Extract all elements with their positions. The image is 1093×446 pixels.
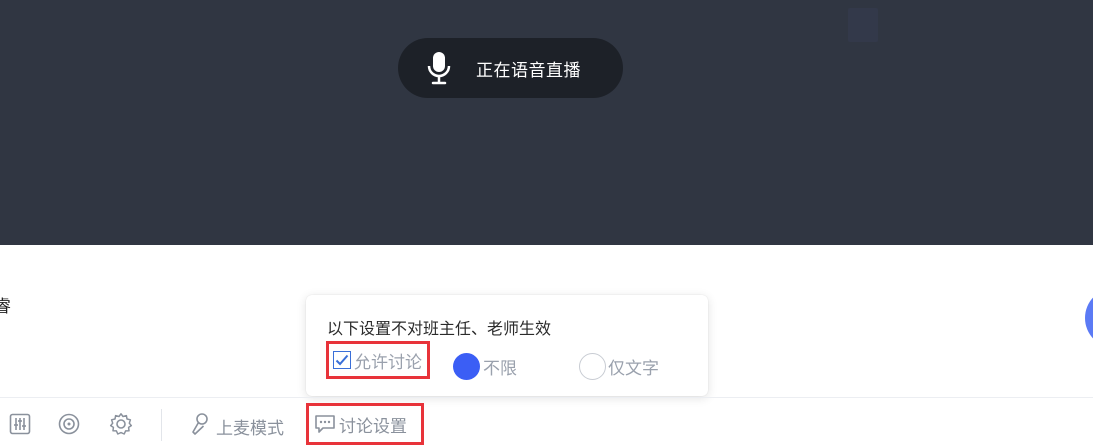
checkbox-checked-icon — [333, 351, 351, 369]
discussion-settings-popover: 以下设置不对班主任、老师生效 允许讨论 不限 仅文字 — [306, 295, 708, 396]
toolbar-separator — [161, 409, 162, 441]
radio-unlimited[interactable] — [453, 353, 480, 380]
popover-title: 以下设置不对班主任、老师生效 — [327, 319, 552, 338]
live-status-text: 正在语音直播 — [476, 60, 581, 81]
discussion-settings-label: 讨论设置 — [339, 416, 407, 437]
toolbar-divider-line — [0, 397, 1093, 398]
side-text-fragment: 睿 — [0, 297, 11, 317]
disc-icon[interactable] — [57, 412, 81, 436]
discussion-settings-button[interactable]: 讨论设置 — [306, 403, 424, 445]
radio-unlimited-label[interactable]: 不限 — [483, 354, 517, 379]
allow-discussion-checkbox[interactable]: 允许讨论 — [326, 341, 430, 379]
allow-discussion-label: 允许讨论 — [354, 352, 422, 373]
stage-placeholder-tile — [848, 8, 878, 42]
live-stage: 正在语音直播 — [0, 0, 1093, 245]
settings-icon[interactable] — [109, 412, 133, 436]
stage-microphone-icon — [190, 412, 210, 440]
equalizer-icon[interactable] — [8, 412, 32, 436]
mic-mode-button[interactable]: 上麦模式 — [190, 412, 284, 440]
radio-text-only[interactable] — [579, 353, 606, 380]
microphone-icon — [424, 48, 454, 88]
mic-mode-label: 上麦模式 — [216, 418, 284, 439]
radio-text-only-label[interactable]: 仅文字 — [608, 354, 659, 379]
live-status-pill: 正在语音直播 — [398, 38, 623, 98]
floating-action-button[interactable] — [1085, 288, 1093, 348]
chat-bubble-icon — [314, 414, 336, 434]
